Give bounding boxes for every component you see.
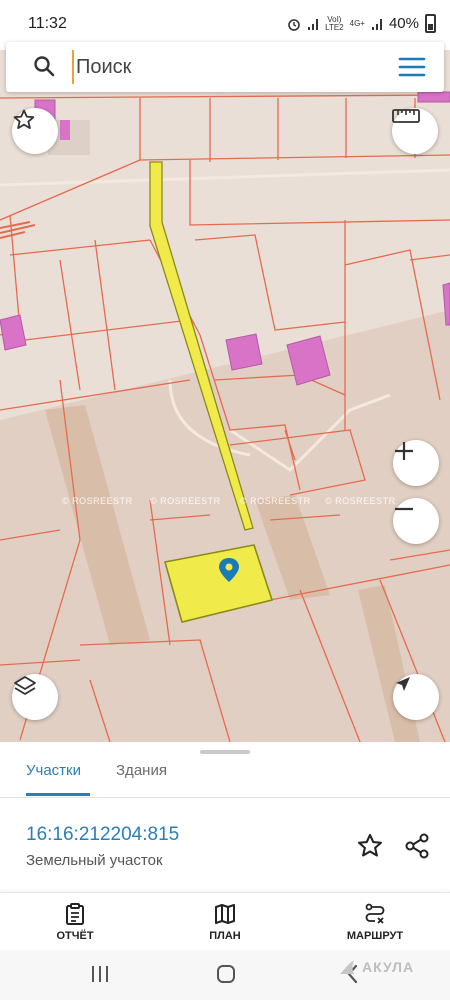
ruler-icon	[392, 109, 420, 123]
route-label: МАРШРУТ	[346, 930, 404, 942]
bottom-sheet: Участки Здания 16:16:212204:815 Земельны…	[0, 742, 450, 892]
plan-button[interactable]: ПЛАН	[170, 893, 280, 951]
shark-fin-icon	[340, 960, 354, 974]
sheet-handle[interactable]	[200, 750, 250, 754]
map-icon	[215, 904, 235, 924]
map-watermark: © ROSREESTR	[62, 496, 133, 506]
signal-icon	[308, 18, 319, 30]
battery-icon	[425, 14, 436, 33]
zoom-out-button[interactable]	[393, 498, 439, 544]
recent-apps-icon[interactable]	[90, 963, 110, 985]
map-view[interactable]: © ROSREESTR © ROSREESTR © ROSREESTR © RO…	[0, 50, 450, 742]
ruler-button[interactable]	[392, 108, 438, 154]
report-label: ОТЧЁТ	[56, 930, 94, 942]
share-icon[interactable]	[403, 832, 431, 860]
layers-button[interactable]	[12, 674, 58, 720]
route-icon	[365, 903, 385, 924]
divider	[0, 797, 450, 798]
akula-logo: АКУЛА	[338, 958, 414, 976]
my-location-button[interactable]	[393, 674, 439, 720]
star-icon	[13, 109, 35, 129]
tab-buildings[interactable]: Здания	[116, 762, 167, 779]
active-tab-indicator	[26, 793, 90, 796]
menu-icon[interactable]	[398, 56, 426, 78]
favorite-star-icon[interactable]	[356, 832, 384, 860]
parcel-type: Земельный участок	[26, 852, 163, 869]
sheet-tabs: Участки Здания	[0, 758, 450, 796]
system-nav-bar: АКУЛА	[0, 950, 450, 1000]
logo-text: АКУЛА	[362, 959, 415, 975]
search-icon[interactable]	[32, 54, 56, 78]
zoom-in-button[interactable]	[393, 440, 439, 486]
status-icons: VoI) LTE2 4G+ 40%	[287, 14, 436, 33]
status-time: 11:32	[28, 15, 67, 32]
plan-label: ПЛАН	[209, 930, 241, 942]
map-watermark: © ROSREESTR	[240, 496, 311, 506]
network-type: 4G+	[349, 18, 365, 28]
clipboard-icon	[66, 903, 84, 925]
map-watermark: © ROSREESTR	[325, 496, 396, 506]
favorites-button[interactable]	[12, 108, 58, 154]
route-button[interactable]: МАРШРУТ	[320, 893, 430, 951]
navigation-arrow-icon	[396, 677, 410, 691]
tab-parcels[interactable]: Участки	[26, 762, 81, 779]
battery-percent: 40%	[388, 15, 419, 32]
plus-icon	[395, 442, 413, 460]
search-input[interactable]	[72, 50, 372, 84]
search-bar	[6, 42, 444, 92]
home-icon[interactable]	[215, 963, 237, 985]
alarm-icon	[288, 18, 300, 31]
map-canvas[interactable]	[0, 50, 450, 742]
signal-icon-2	[371, 18, 382, 30]
action-bar: ОТЧЁТ ПЛАН МАРШРУТ	[0, 892, 450, 950]
layers-icon	[14, 676, 36, 695]
report-button[interactable]: ОТЧЁТ	[20, 893, 130, 951]
map-watermark: © ROSREESTR	[150, 496, 221, 506]
minus-icon	[395, 507, 413, 511]
cadastral-number[interactable]: 16:16:212204:815	[26, 824, 179, 846]
network-label: VoI) LTE2	[325, 14, 344, 32]
